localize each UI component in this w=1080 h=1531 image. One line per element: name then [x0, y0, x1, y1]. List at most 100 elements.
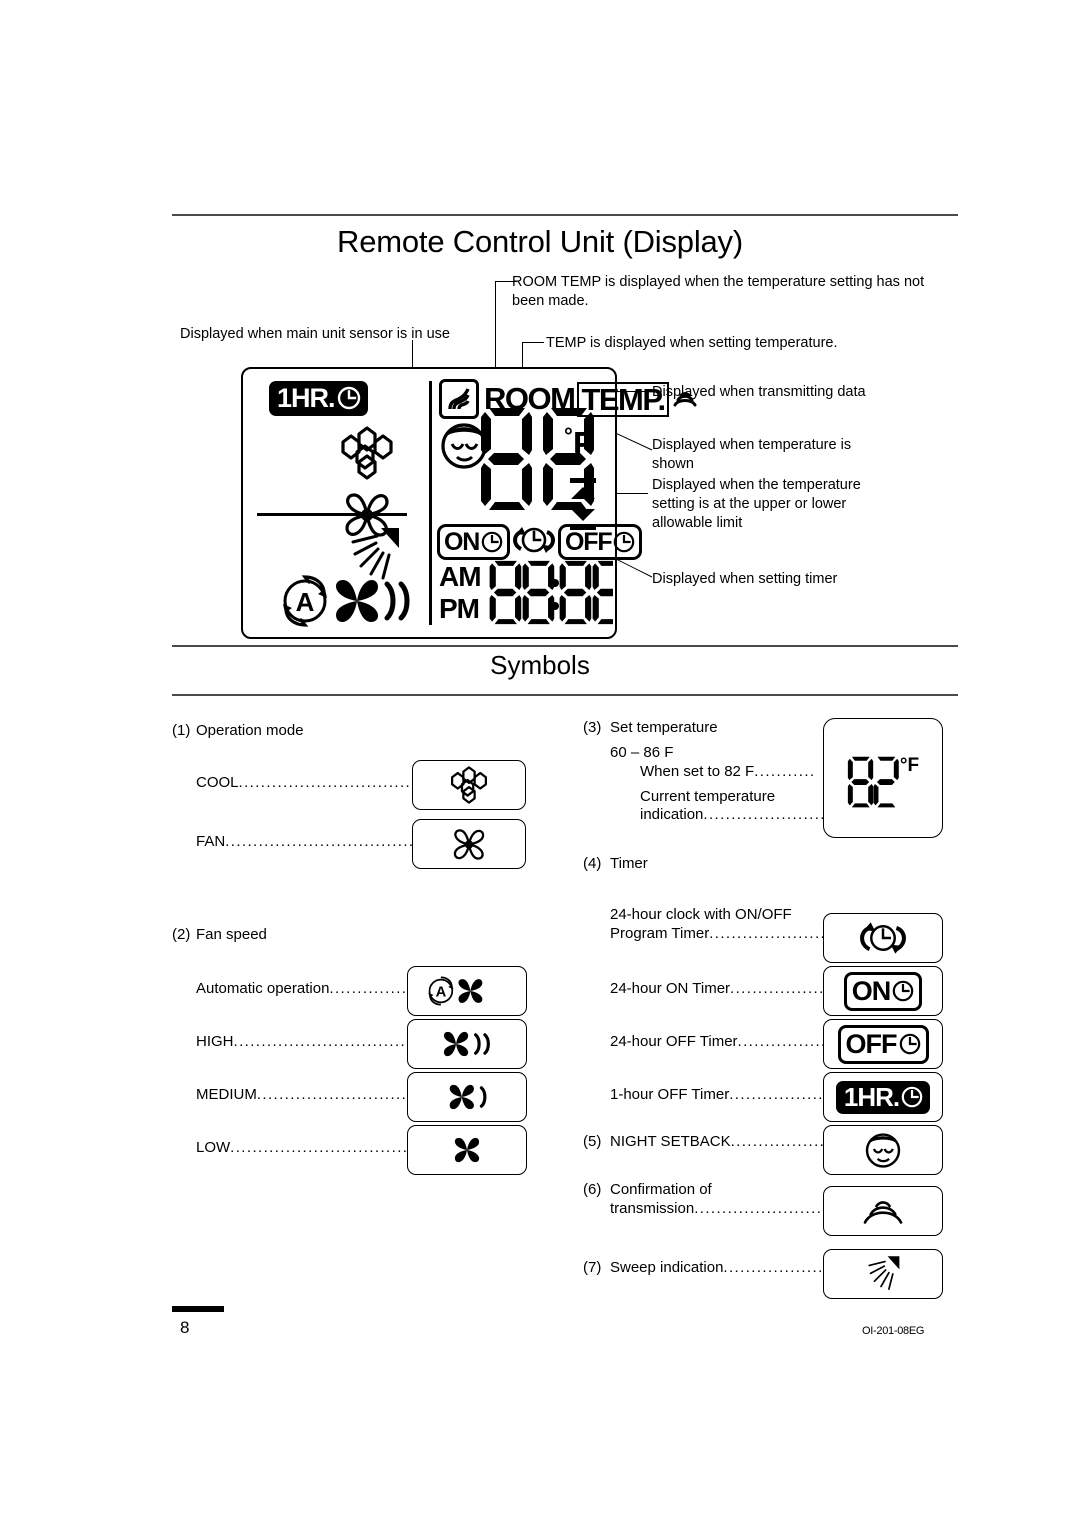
symbol-group-4-title: Timer: [610, 855, 648, 872]
symbol-box-one-hour-off-timer: 1HR.: [823, 1072, 943, 1122]
footer-page-number: 8: [180, 1318, 190, 1337]
symbol-box-cool: [412, 760, 526, 810]
symbol-auto-dots: ..............: [329, 980, 408, 997]
on-timer-icon: ON: [843, 971, 923, 1011]
leader-temp-h: [522, 342, 544, 343]
symbol-group-4-number: (4): [583, 855, 602, 872]
symbol-box-on-timer: ON: [823, 966, 943, 1016]
symbol-box-fan-medium: [407, 1072, 527, 1122]
symbol-group-3-number: (3): [583, 719, 602, 736]
symbol-cool-text: COOL: [196, 774, 239, 791]
symbol-group-7-number: (7): [583, 1259, 602, 1276]
symbol-on-timer-label: 24-hour ON Timer..................: [610, 980, 830, 997]
symbol-when-set-text: When set to 82 F: [640, 763, 755, 780]
symbol-current-temp-line1: Current temperature: [640, 788, 776, 805]
lcd-off-timer-pill: OFF: [558, 524, 643, 560]
clock-icon: [337, 386, 361, 410]
callout-setting-timer: Displayed when setting timer: [652, 571, 838, 587]
symbol-group-2-number: (2): [172, 926, 191, 943]
rule-below-symbols: [172, 694, 958, 696]
symbol-box-program-timer: [823, 913, 943, 963]
off-timer-icon: OFF: [837, 1024, 929, 1064]
symbol-1hr-text: 1HR.: [843, 1081, 900, 1112]
lcd-f-letter: F: [572, 425, 594, 464]
symbol-box-sweep: [823, 1249, 943, 1299]
fan-low-icon: [454, 1137, 480, 1163]
lcd-degree-f: °F: [564, 419, 594, 461]
lcd-pm-label: PM: [439, 593, 480, 624]
symbol-medium-text: MEDIUM: [196, 1086, 257, 1103]
symbol-group-3-title: Set temperature: [610, 719, 718, 736]
cool-snowflake-icon: [450, 766, 488, 804]
svg-text:A: A: [436, 985, 447, 1001]
symbol-current-temp-dots: ........................: [703, 806, 838, 823]
lcd-clock-digits: [489, 559, 613, 629]
footer-rule: [172, 1306, 224, 1312]
symbol-off-timer-text: 24-hour OFF Timer: [610, 1033, 738, 1050]
symbol-box-fan-low: [407, 1125, 527, 1175]
lcd-on-label: ON: [444, 527, 480, 556]
clock-icon: [892, 980, 914, 1002]
symbol-night-setback-label: NIGHT SETBACK...................: [610, 1133, 836, 1150]
svg-text:A: A: [296, 587, 315, 617]
callout-temp-setting: TEMP is displayed when setting temperatu…: [546, 335, 838, 351]
symbol-sweep-text: Sweep indication: [610, 1259, 724, 1276]
symbol-night-setback-text: NIGHT SETBACK: [610, 1133, 731, 1150]
program-timer-icon: [507, 523, 561, 557]
lcd-display-panel: 1HR. A ROOM TEMP. °F ON OFF AM PM: [241, 367, 697, 639]
lcd-vertical-divider: [429, 381, 432, 625]
callout-room-temp: ROOM TEMP is displayed when the temperat…: [512, 274, 925, 309]
symbol-one-hour-off-dots: ..................: [729, 1086, 830, 1103]
symbol-confirmation-dots: ..........................: [694, 1200, 839, 1217]
lcd-off-label: OFF: [565, 527, 613, 556]
symbol-on-text: ON: [851, 976, 891, 1006]
symbol-auto-label: Automatic operation..............: [196, 980, 407, 997]
symbol-low-text: LOW: [196, 1139, 231, 1156]
program-timer-icon: [860, 922, 906, 954]
callout-limit: Displayed when the temperature setting i…: [652, 477, 861, 531]
symbol-one-hour-off-label: 1-hour OFF Timer..................: [610, 1086, 829, 1103]
symbol-high-text: HIGH: [196, 1033, 234, 1050]
cool-snowflake-icon: [339, 426, 395, 480]
clock-icon: [481, 531, 503, 553]
clock-icon: [613, 531, 635, 553]
auto-fan-speed-icon: A: [428, 976, 483, 1006]
symbol-off-timer-label: 24-hour OFF Timer................: [610, 1033, 827, 1050]
callout-temperature-shown: Displayed when temperature is shown: [652, 437, 852, 472]
symbol-box-auto-fan: A: [407, 966, 527, 1016]
symbol-box-fan-high: [407, 1019, 527, 1069]
symbol-off-text: OFF: [845, 1029, 898, 1059]
symbol-group-1-number: (1): [172, 722, 191, 739]
footer-document-code: OI-201-08EG: [862, 1325, 925, 1337]
symbol-when-set-label: When set to 82 F...........: [640, 763, 815, 780]
symbol-box-transmission: [823, 1186, 943, 1236]
lcd-1hr-label: 1HR.: [277, 383, 336, 413]
symbol-box-set-temperature: °F: [823, 718, 943, 838]
fan-medium-icon: [449, 1084, 487, 1110]
lcd-on-timer-pill: ON: [437, 524, 511, 560]
symbol-group-6-number: (6): [583, 1181, 602, 1198]
fan-high-icon: [443, 1031, 490, 1057]
symbol-group-5-number: (5): [583, 1133, 602, 1150]
symbol-sweep-label: Sweep indication...................: [610, 1259, 829, 1276]
lcd-1hr-timer-badge: 1HR.: [269, 381, 368, 416]
symbol-program-timer-dots: .....................: [709, 925, 827, 942]
symbol-group-2-title: Fan speed: [196, 926, 267, 943]
symbol-temp-range: 60 – 86 F: [610, 744, 674, 761]
symbol-box-fan: [412, 819, 526, 869]
symbol-group-1-title: Operation mode: [196, 722, 304, 739]
transmission-wave-icon: [863, 1201, 903, 1224]
main-unit-sensor-icon: [439, 379, 479, 419]
symbol-on-timer-dots: ..................: [730, 980, 831, 997]
seven-segment-82-f: °F: [847, 747, 919, 809]
symbol-one-hour-off-text: 1-hour OFF Timer: [610, 1086, 730, 1103]
auto-fan-speed-icon: A: [277, 575, 425, 627]
callout-main-unit-sensor: Displayed when main unit sensor is in us…: [180, 326, 450, 342]
symbol-sweep-dots: ...................: [723, 1259, 830, 1276]
fan-outline-icon: [453, 828, 485, 860]
symbol-on-timer-text: 24-hour ON Timer: [610, 980, 731, 997]
lcd-am-label: AM: [439, 561, 482, 592]
symbol-box-off-timer: OFF: [823, 1019, 943, 1069]
clock-icon: [901, 1086, 923, 1108]
rule-top: [172, 214, 958, 216]
